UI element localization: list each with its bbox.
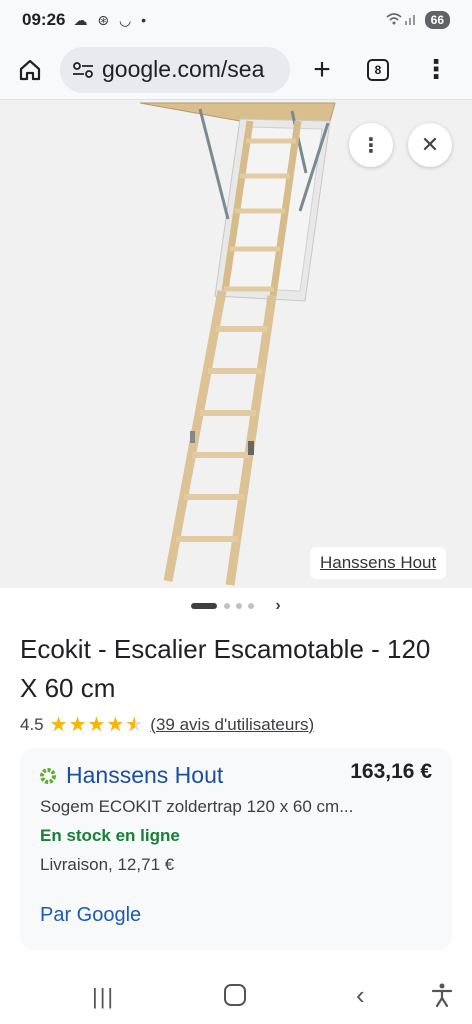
- notification-icons: ☁ ⊛ ◡ •: [73, 11, 150, 28]
- recents-icon[interactable]: |||: [92, 984, 115, 1010]
- image-source-link[interactable]: Hanssens Hout: [310, 547, 447, 579]
- plus-icon: +: [313, 52, 331, 86]
- new-tab-button[interactable]: +: [294, 40, 350, 100]
- close-icon: ✕: [420, 132, 440, 157]
- rating-value: 4.5: [20, 714, 44, 734]
- pager-dot-active[interactable]: [191, 603, 218, 609]
- chevron-right-icon[interactable]: ›: [275, 597, 280, 615]
- wifi-signal-icon: [385, 12, 417, 29]
- reviews-link[interactable]: (39 avis d'utilisateurs): [150, 715, 314, 735]
- home-button[interactable]: [0, 40, 60, 100]
- rating-row: 4.5 ★★★★★ ★★★★★ (39 avis d'utilisateurs): [20, 712, 314, 737]
- system-nav-bar: ||| ‹: [0, 970, 472, 1024]
- tab-switcher-button[interactable]: 8: [350, 40, 406, 100]
- pager-dot[interactable]: [224, 603, 231, 609]
- site-settings-icon[interactable]: [70, 57, 96, 83]
- image-close-button[interactable]: ✕: [408, 123, 452, 167]
- battery-indicator: 66: [424, 11, 450, 29]
- product-image-viewer[interactable]: ⋮ ✕ Hanssens Hout: [0, 101, 472, 587]
- by-google-link[interactable]: Par Google: [40, 904, 141, 927]
- product-image: [139, 102, 336, 586]
- product-panel: Ecokit - Escalier Escamotable - 120 X 60…: [0, 624, 472, 970]
- status-bar: 09:26 ☁ ⊛ ◡ • 66: [0, 0, 472, 40]
- browser-toolbar: google.com/sea + 8 ⋮: [0, 40, 472, 100]
- browser-menu-button[interactable]: ⋮: [406, 40, 466, 100]
- home-circle-icon[interactable]: [224, 984, 246, 1006]
- home-icon: [19, 59, 41, 80]
- more-vert-icon: ⋮: [423, 54, 449, 84]
- accessibility-icon[interactable]: [430, 982, 454, 1008]
- back-icon[interactable]: ‹: [356, 980, 365, 1011]
- image-pager: ›: [0, 588, 472, 624]
- status-right: 66: [385, 11, 450, 29]
- pager-dot[interactable]: [236, 603, 243, 609]
- tab-count: 8: [367, 58, 389, 81]
- status-time: 09:26: [22, 10, 66, 29]
- product-title: Ecokit - Escalier Escamotable - 120 X 60…: [20, 634, 431, 703]
- seller-row: Hanssens Hout: [38, 762, 223, 789]
- offer-description: Sogem ECOKIT zoldertrap 120 x 60 cm...: [40, 797, 354, 816]
- offer-card[interactable]: Hanssens Hout 163,16 € Sogem ECOKIT zold…: [20, 748, 452, 950]
- pager-dot[interactable]: [248, 603, 255, 609]
- shipping-cost: Livraison, 12,71 €: [40, 855, 175, 874]
- more-vert-icon: ⋮: [361, 134, 381, 157]
- offer-price: 163,16 €: [350, 760, 432, 783]
- star-rating-icon: ★★★★★ ★★★★★: [49, 714, 145, 736]
- url-text: google.com/sea: [102, 56, 265, 82]
- address-bar[interactable]: google.com/sea: [60, 46, 290, 93]
- seller-logo-icon: [38, 766, 58, 786]
- image-more-button[interactable]: ⋮: [349, 123, 393, 167]
- stock-status: En stock en ligne: [40, 826, 180, 845]
- seller-name[interactable]: Hanssens Hout: [66, 762, 223, 789]
